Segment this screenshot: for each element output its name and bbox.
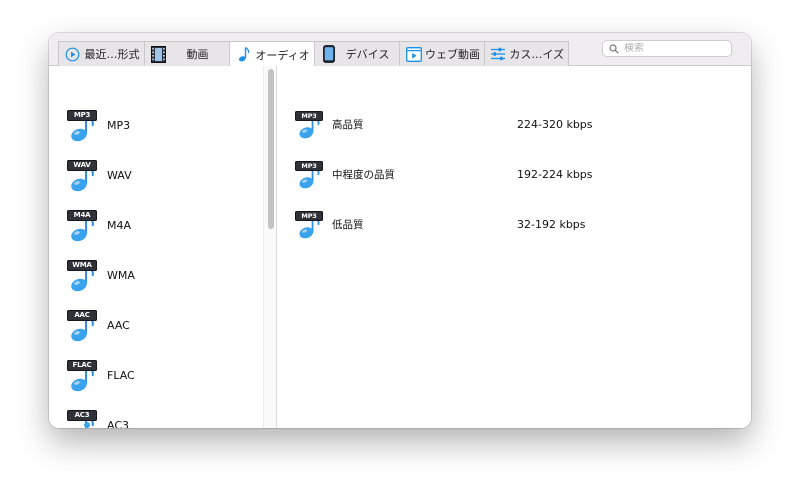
preset-name: 高品質 — [332, 118, 364, 131]
format-item-mp3[interactable]: MP3 MP3 — [66, 107, 130, 143]
film-icon — [150, 45, 167, 63]
tab-video-label: 動画 — [186, 48, 209, 61]
search-icon — [609, 43, 619, 54]
scrollbar-thumb[interactable] — [268, 69, 274, 229]
mp3-audio-file-icon: MP3 — [294, 209, 324, 239]
tab-device-label: デバイス — [345, 48, 390, 61]
tab-video[interactable]: 動画 — [144, 41, 230, 66]
preset-bitrate: 192-224 kbps — [517, 167, 593, 181]
web-video-icon — [405, 46, 422, 63]
tab-web-video[interactable]: ウェブ動画 — [399, 41, 485, 66]
format-item-wav[interactable]: WAV WAV — [66, 157, 132, 193]
tab-recent[interactable]: 最近…形式 — [58, 41, 145, 66]
format-name: WMA — [107, 268, 135, 282]
format-name: MP3 — [107, 118, 131, 132]
format-item-ac3[interactable]: AC3 AC3 — [66, 407, 129, 428]
ac3-audio-file-icon: AC3 — [66, 408, 98, 428]
format-list: MP3 MP3 WAV WAV M4A M4A WMA WMA AAC AAC … — [49, 66, 277, 428]
format-name: M4A — [107, 218, 132, 232]
mp3-audio-file-icon: MP3 — [294, 159, 324, 189]
preset-bitrate: 32-192 kbps — [517, 217, 586, 231]
aac-audio-file-icon: AAC — [66, 308, 98, 342]
wma-audio-file-icon: WMA — [66, 258, 98, 292]
format-item-aac[interactable]: AAC AAC — [66, 307, 130, 343]
tab-web-video-label: ウェブ動画 — [425, 48, 480, 61]
preset-bitrate: 224-320 kbps — [517, 117, 593, 131]
format-item-flac[interactable]: FLAC FLAC — [66, 357, 135, 393]
music-note-icon — [235, 46, 252, 63]
format-picker-window: 最近…形式 動画 オーディオ デバイス ウェブ動画 カス…イズ 検索 MP3 M… — [49, 33, 751, 428]
recent-icon — [64, 46, 81, 63]
format-name: AC3 — [107, 418, 130, 429]
wav-audio-file-icon: WAV — [66, 158, 98, 192]
sliders-icon — [490, 46, 506, 63]
format-item-m4a[interactable]: M4A M4A — [66, 207, 131, 243]
phone-icon — [320, 45, 337, 63]
format-name: FLAC — [107, 368, 135, 382]
format-name: WAV — [107, 168, 132, 182]
category-tabs: 最近…形式 動画 オーディオ デバイス ウェブ動画 カス…イズ — [58, 41, 569, 67]
toolbar: 最近…形式 動画 オーディオ デバイス ウェブ動画 カス…イズ 検索 — [49, 33, 751, 67]
preset-name: 中程度の品質 — [332, 168, 395, 181]
search-field[interactable] — [602, 40, 732, 57]
preset-item-high[interactable]: MP3 高品質 224-320 kbps — [294, 107, 734, 141]
tab-recent-label: 最近…形式 — [84, 48, 140, 61]
tab-audio[interactable]: オーディオ — [229, 41, 315, 67]
search-input[interactable] — [624, 43, 724, 54]
preset-item-low[interactable]: MP3 低品質 32-192 kbps — [294, 207, 734, 241]
tab-audio-label: オーディオ — [255, 48, 310, 62]
tab-custom[interactable]: カス…イズ — [484, 41, 569, 66]
mp3-audio-file-icon: MP3 — [294, 109, 324, 139]
next-item-peek — [84, 422, 90, 428]
format-name: AAC — [107, 318, 130, 332]
preset-list: MP3 高品質 224-320 kbps MP3 中程度の品質 192-224 … — [277, 66, 751, 428]
format-list-scrollbar[interactable] — [263, 66, 277, 428]
m4a-audio-file-icon: M4A — [66, 208, 98, 242]
tab-device[interactable]: デバイス — [314, 41, 400, 66]
flac-audio-file-icon: FLAC — [66, 358, 98, 392]
tab-custom-label: カス…イズ — [509, 48, 564, 61]
format-item-wma[interactable]: WMA WMA — [66, 257, 135, 293]
preset-name: 低品質 — [332, 218, 364, 231]
preset-item-medium[interactable]: MP3 中程度の品質 192-224 kbps — [294, 157, 734, 191]
mp3-audio-file-icon: MP3 — [66, 108, 98, 142]
